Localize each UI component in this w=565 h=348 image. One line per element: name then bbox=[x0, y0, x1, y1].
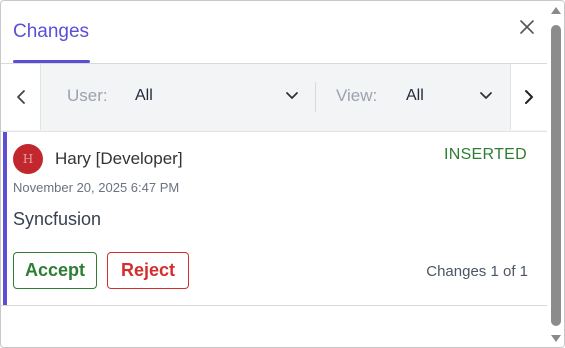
tab-changes[interactable]: Changes bbox=[13, 21, 89, 43]
view-filter-dropdown[interactable]: All bbox=[398, 76, 501, 116]
scroll-down-arrow-icon[interactable] bbox=[551, 335, 561, 342]
vertical-scrollbar[interactable] bbox=[547, 1, 564, 347]
change-timestamp: November 20, 2025 6:47 PM bbox=[13, 180, 180, 195]
change-type-badge: INSERTED bbox=[443, 146, 527, 163]
view-filter-label: View: bbox=[336, 86, 378, 105]
avatar: H bbox=[13, 144, 43, 174]
user-filter-dropdown[interactable]: All bbox=[127, 76, 307, 116]
changes-pane: Changes User: All View: All H Hary [Deve… bbox=[0, 0, 565, 348]
accept-button[interactable]: Accept bbox=[13, 252, 97, 289]
card-accent-bar bbox=[3, 132, 7, 305]
change-counter: Changes 1 of 1 bbox=[426, 263, 528, 280]
chevron-right-icon bbox=[525, 90, 533, 104]
filter-divider bbox=[315, 82, 316, 112]
reject-button[interactable]: Reject bbox=[107, 252, 189, 289]
view-filter-value: All bbox=[406, 87, 424, 104]
user-filter-value: All bbox=[135, 87, 153, 104]
scroll-left-button[interactable] bbox=[1, 64, 41, 130]
chevron-left-icon bbox=[16, 90, 25, 104]
author-name: Hary [Developer] bbox=[55, 149, 183, 168]
close-icon bbox=[520, 20, 534, 34]
scrollbar-thumb[interactable] bbox=[551, 25, 561, 326]
chevron-down-icon bbox=[286, 92, 298, 99]
close-button[interactable] bbox=[516, 16, 538, 38]
scroll-right-button[interactable] bbox=[510, 64, 547, 130]
scroll-up-arrow-icon[interactable] bbox=[551, 7, 561, 14]
user-filter-label: User: bbox=[67, 86, 108, 105]
change-content: Syncfusion bbox=[13, 209, 102, 229]
chevron-down-icon bbox=[480, 92, 492, 99]
avatar-initial: H bbox=[22, 152, 34, 166]
change-card[interactable]: H Hary [Developer] INSERTED November 20,… bbox=[1, 132, 547, 306]
filter-toolbar: User: All View: All bbox=[1, 64, 547, 132]
